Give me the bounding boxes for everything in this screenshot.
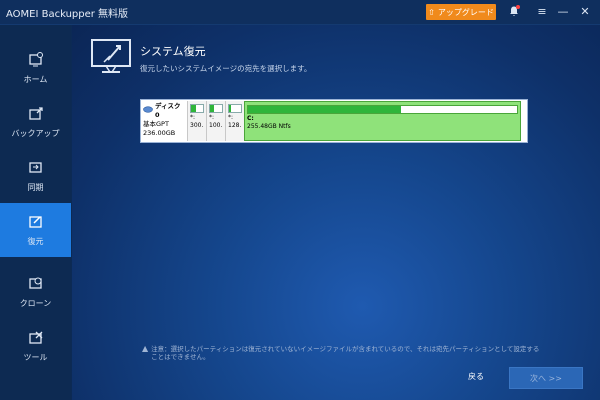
warning-message: ▲ 注意：選択したパーティションは復元されていないイメージファイルが含まれている…	[142, 344, 542, 362]
upgrade-arrow-icon: ⇧	[428, 7, 435, 17]
warning-icon: ▲	[142, 344, 149, 353]
tools-icon	[28, 330, 44, 346]
disk-info: ディスク0 基本GPT 236.00GB	[141, 100, 187, 142]
sidebar-item-restore[interactable]: 復元	[0, 203, 71, 257]
app-title: AOMEI Backupper 無料版	[6, 8, 129, 20]
disk-icon	[143, 106, 153, 116]
partition-1[interactable]: *: 300.	[187, 101, 206, 141]
partition-usage-fill	[248, 106, 402, 113]
backup-icon	[28, 106, 44, 122]
page-title: システム復元	[140, 45, 206, 58]
partition-2[interactable]: *: 100.	[206, 101, 225, 141]
partition-c[interactable]: C: 255.48GB Ntfs	[244, 101, 521, 141]
sidebar: ホーム バックアップ 同期 復元 クローン ツール	[0, 25, 71, 400]
back-button[interactable]: 戻る	[468, 371, 484, 382]
partition-size: 128.	[228, 122, 242, 129]
next-button[interactable]: 次へ >>	[509, 367, 583, 389]
home-icon	[28, 51, 44, 68]
partition-label: C:	[247, 115, 254, 122]
disk-type: 基本GPT	[143, 120, 169, 128]
partition-usage-fill	[191, 105, 196, 112]
warning-text: 注意：選択したパーティションは復元されていないイメージファイルが含まれているので…	[151, 345, 540, 361]
upgrade-button[interactable]: ⇧ アップグレード	[426, 4, 496, 20]
notification-dot	[516, 5, 520, 9]
sync-icon	[28, 160, 44, 176]
partition-label: *:	[228, 114, 234, 121]
partition-label: *:	[190, 114, 196, 121]
menu-icon[interactable]: ≡	[535, 5, 549, 19]
sidebar-item-label: クローン	[19, 298, 52, 308]
disk-size: 236.00GB	[143, 129, 176, 137]
sidebar-item-sync[interactable]: 同期	[0, 149, 71, 203]
clone-icon	[28, 276, 44, 292]
title-bar: AOMEI Backupper 無料版 ⇧ アップグレード ≡ — ✕	[0, 0, 600, 25]
sidebar-item-tools[interactable]: ツール	[0, 319, 71, 373]
partition-label: *:	[209, 114, 215, 121]
bell-icon[interactable]	[507, 5, 521, 19]
disk-map: ディスク0 基本GPT 236.00GB *: 300. *: 100. *: …	[140, 99, 528, 143]
sidebar-item-backup[interactable]: バックアップ	[0, 95, 71, 149]
main-panel: システム復元 復元したいシステムイメージの宛先を選択します。 ディスク0 基本G…	[72, 25, 600, 400]
sidebar-item-label: ツール	[23, 352, 48, 362]
sidebar-item-clone[interactable]: クローン	[0, 265, 71, 319]
partition-usage-fill	[210, 105, 214, 112]
upgrade-label: アップグレード	[437, 7, 494, 17]
partition-size: 255.48GB Ntfs	[247, 123, 291, 130]
restore-icon	[28, 214, 44, 230]
partition-3[interactable]: *: 128.	[225, 101, 244, 141]
sidebar-item-label: ホーム	[23, 74, 48, 84]
partition-size: 300.	[190, 122, 204, 129]
minimize-icon[interactable]: —	[556, 5, 570, 19]
sidebar-item-label: 同期	[27, 182, 44, 192]
sidebar-item-home[interactable]: ホーム	[0, 41, 71, 95]
partition-usage-fill	[229, 105, 232, 112]
partition-size: 100.	[209, 122, 223, 129]
sidebar-item-label: 復元	[27, 236, 44, 246]
system-restore-icon	[90, 38, 134, 76]
close-icon[interactable]: ✕	[578, 5, 592, 19]
disk-name: ディスク0	[155, 102, 181, 119]
page-subtitle: 復元したいシステムイメージの宛先を選択します。	[140, 64, 312, 73]
sidebar-item-label: バックアップ	[11, 128, 60, 138]
